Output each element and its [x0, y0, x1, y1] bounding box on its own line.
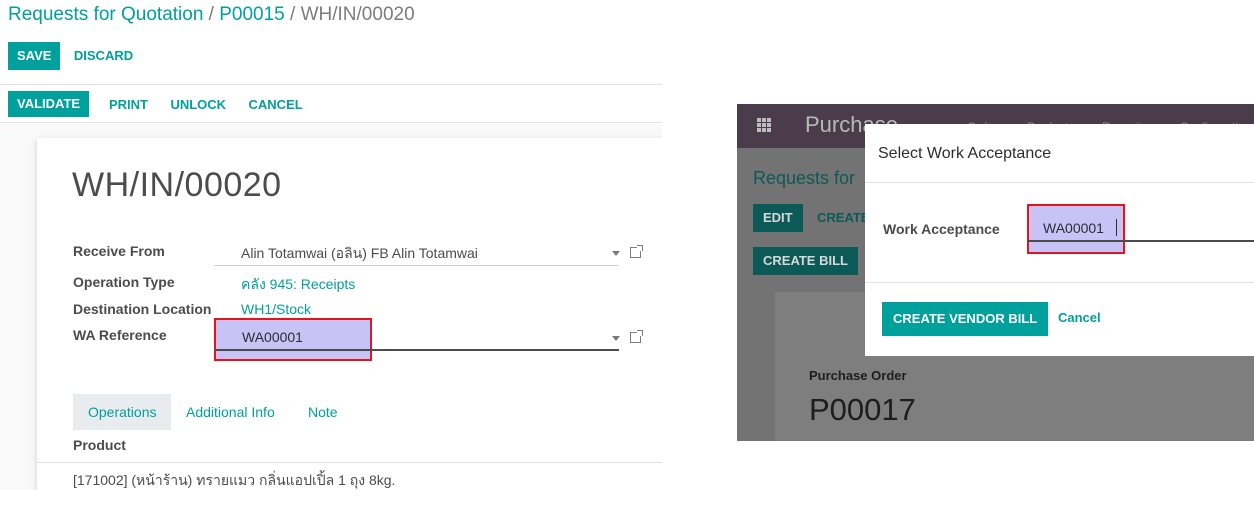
breadcrumb: Requests for Quotation / P00015 / WH/IN/…: [8, 4, 415, 26]
picking-form-screenshot: Requests for Quotation / P00015 / WH/IN/…: [0, 0, 662, 490]
apps-grid-icon[interactable]: [757, 118, 771, 132]
breadcrumb-separator: /: [203, 4, 220, 25]
discard-button[interactable]: DISCARD: [65, 42, 142, 70]
purchase-modal-screenshot: Purchase Orders Products Reporting Confi…: [737, 104, 1254, 441]
save-button[interactable]: SAVE: [8, 42, 61, 70]
unlock-button[interactable]: UNLOCK: [161, 91, 235, 119]
text-cursor: [1116, 219, 1117, 236]
wa-reference-field[interactable]: WA00001: [214, 318, 372, 361]
dialog-cancel-button[interactable]: Cancel: [1058, 310, 1101, 325]
destination-location-link[interactable]: WH1/Stock: [241, 301, 311, 317]
cancel-button[interactable]: CANCEL: [240, 91, 312, 119]
destination-location-label: Destination Location: [73, 301, 212, 317]
divider: [0, 84, 662, 85]
wa-reference-underline: [214, 349, 619, 351]
divider: [865, 282, 1254, 283]
work-acceptance-input[interactable]: WA00001: [1027, 204, 1125, 254]
operation-type-link[interactable]: คลัง 945: Receipts: [241, 274, 355, 296]
select-work-acceptance-dialog: Select Work Acceptance Work Acceptance W…: [865, 124, 1254, 356]
external-link-icon[interactable]: [630, 245, 643, 258]
work-acceptance-label: Work Acceptance: [883, 221, 1000, 237]
purchase-order-label: Purchase Order: [809, 368, 907, 383]
tab-operations[interactable]: Operations: [73, 394, 172, 430]
create-bill-button[interactable]: CREATE BILL: [753, 247, 858, 275]
receive-from-label: Receive From: [73, 243, 165, 259]
tab-additional-info[interactable]: Additional Info: [171, 394, 290, 430]
print-button[interactable]: PRINT: [97, 91, 157, 119]
form-toolbar: SAVE DISCARD: [8, 42, 142, 70]
chevron-down-icon[interactable]: [612, 251, 620, 256]
breadcrumb[interactable]: Requests for: [753, 168, 855, 189]
breadcrumb-current: WH/IN/00020: [300, 4, 415, 25]
create-button[interactable]: CREATE: [817, 210, 869, 225]
breadcrumb-po-link[interactable]: P00015: [219, 4, 285, 25]
receive-from-underline: [214, 265, 619, 266]
work-acceptance-value: WA00001: [1043, 220, 1104, 236]
receive-from-field[interactable]: Alin Totamwai (อลิน) FB Alin Totamwai: [241, 243, 478, 265]
divider: [865, 182, 1254, 183]
work-acceptance-underline: [1027, 240, 1254, 242]
edit-button[interactable]: EDIT: [753, 204, 803, 232]
breadcrumb-rfq-link[interactable]: Requests for Quotation: [8, 4, 203, 25]
record-title: WH/IN/00020: [72, 166, 282, 204]
product-column-header: Product: [73, 437, 126, 453]
wa-reference-label: WA Reference: [73, 327, 167, 343]
dialog-title: Select Work Acceptance: [878, 145, 1052, 162]
table-row[interactable]: [171002] (หน้าร้าน) ทรายแมว กลิ่นแอปเปิ้…: [36, 462, 662, 490]
operation-type-label: Operation Type: [73, 274, 175, 290]
chevron-down-icon[interactable]: [612, 336, 620, 341]
product-cell: [171002] (หน้าร้าน) ทรายแมว กลิ่นแอปเปิ้…: [73, 472, 396, 488]
create-vendor-bill-button[interactable]: CREATE VENDOR BILL: [882, 302, 1049, 336]
validate-button[interactable]: VALIDATE: [8, 91, 90, 117]
breadcrumb-separator: /: [284, 4, 301, 25]
external-link-icon[interactable]: [630, 330, 643, 343]
status-bar: VALIDATE PRINT UNLOCK CANCEL: [0, 87, 662, 123]
wa-reference-value: WA00001: [242, 329, 303, 345]
tab-note[interactable]: Note: [293, 394, 353, 430]
purchase-order-name: P00017: [809, 392, 916, 427]
